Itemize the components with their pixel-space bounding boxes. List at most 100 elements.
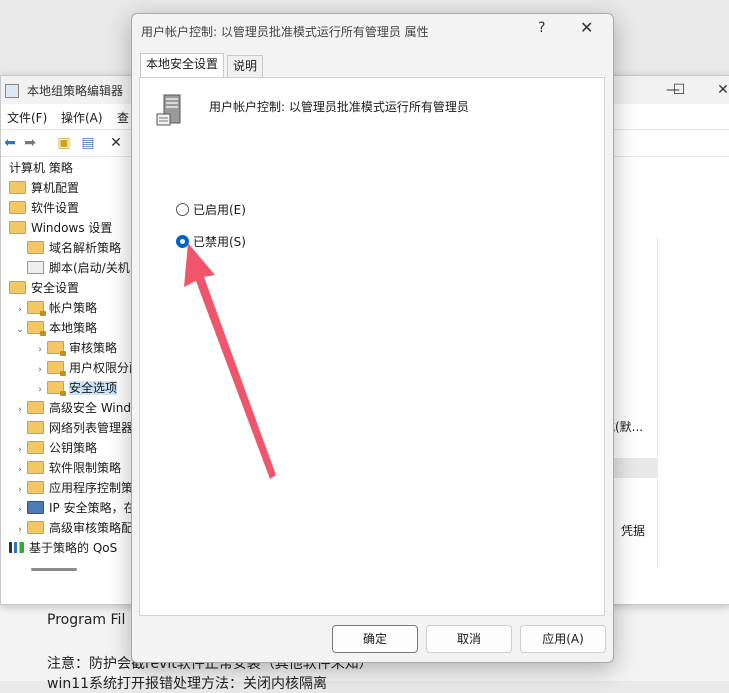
tree-item-label: 本地策略 [49,321,98,335]
folder-icon [27,441,44,454]
chevron-down-icon[interactable]: ⌄ [13,320,27,340]
tree-item-label: 域名解析策略 [49,241,122,255]
chevron-right-icon[interactable]: › [13,520,27,540]
article-line-4: win11系统打开报错处理方法：关闭内核隔离 [47,676,328,692]
dialog-close-button[interactable]: ✕ [580,18,593,37]
tree-item-label: 软件限制策略 [49,461,122,475]
qos-chart-icon [9,542,24,553]
folder-icon [9,201,26,214]
folder-icon [9,281,26,294]
tree-item-label: 高级审核策略配 [49,521,134,535]
script-icon [27,261,44,274]
details-fragment-2: 凭据 [621,524,646,538]
locked-folder-icon [47,381,66,396]
folder-icon [27,461,44,474]
chevron-right-icon[interactable]: › [13,300,27,320]
ip-security-icon [27,501,44,514]
tree-item-label: 计算机 策略 [9,161,73,175]
chevron-right-icon[interactable]: › [13,400,27,420]
menu-file[interactable]: 文件(F) [7,109,47,126]
server-policy-icon [156,94,181,126]
tree-item[interactable]: › 帐户策略 [13,298,97,318]
policy-name: 用户帐户控制: 以管理员批准模式运行所有管理员 [209,100,469,114]
dialog-title: 用户帐户控制: 以管理员批准模式运行所有管理员 属性 [141,25,429,39]
tree-item[interactable]: 基于策略的 QoS [0,538,117,558]
radio-enabled-circle[interactable] [176,203,189,216]
delete-icon[interactable]: ✕ [107,134,125,152]
tree-item[interactable]: Windows 设置 [0,218,112,238]
folder-icon [9,221,26,234]
locked-folder-icon [47,361,66,376]
tree-item-label: 安全选项 [69,381,118,395]
cancel-button[interactable]: 取消 [426,625,512,653]
folder-icon [27,401,44,414]
chevron-right-icon[interactable]: › [13,460,27,480]
column-divider [657,238,658,568]
policy-properties-dialog: 用户帐户控制: 以管理员批准模式运行所有管理员 属性 ? ✕ 本地安全设置 说明… [131,13,614,663]
tree-item[interactable]: › 软件限制策略 [13,458,121,478]
tree-item[interactable]: › IP 安全策略，在 [13,498,136,518]
folder-icon [27,421,44,434]
folder-icon [9,181,26,194]
gpedit-maximize-button[interactable]: ☐ [663,80,695,100]
gpedit-details-pane: 式(默... 凭据 [601,158,729,578]
locked-folder-icon [27,301,46,316]
tree-item-label: 安全设置 [31,281,80,295]
tree-item[interactable]: 域名解析策略 [13,238,121,258]
apply-button[interactable]: 应用(A) [520,625,606,653]
gpedit-close-button[interactable]: ✕ [707,80,729,100]
tree-item-label: 帐户策略 [49,301,98,315]
tree-item-label: 脚本(启动/关机) [49,261,135,275]
article-line-2: Program Fil [47,612,126,628]
menu-action[interactable]: 操作(A) [61,109,103,126]
tab-panel: 用户帐户控制: 以管理员批准模式运行所有管理员 已启用(E) 已禁用(S) [139,77,605,616]
tree-horizontal-scrollbar[interactable] [31,568,77,571]
tree-item[interactable]: 网络列表管理器 [13,418,133,438]
tree-item-label: 应用程序控制策 [49,481,134,495]
tree-item[interactable]: 脚本(启动/关机) [13,258,134,278]
tree-item-label: 基于策略的 QoS [29,541,118,555]
show-hide-tree-icon[interactable]: ▤ [79,134,97,152]
folder-icon [27,521,44,534]
tree-item[interactable]: 计算机 策略 [0,158,73,178]
ok-button[interactable]: 确定 [332,625,418,653]
gpedit-tree: 计算机 策略算机配置软件设置 Windows 设置域名解析策略 脚本(启动/关机) 安… [0,158,154,578]
chevron-right-icon[interactable]: › [33,340,47,360]
tree-item[interactable]: 算机配置 [0,178,79,198]
folder-up-icon[interactable]: ▣ [55,134,73,152]
tree-item-label: 审核策略 [69,341,118,355]
tree-item[interactable]: › 审核策略 [33,338,117,358]
tab-explain[interactable]: 说明 [227,55,264,77]
locked-folder-icon [27,321,46,336]
forward-arrow-icon[interactable]: ➡ [21,134,39,152]
tree-item-label: 软件设置 [31,201,80,215]
tree-item[interactable]: › 高级审核策略配 [13,518,133,538]
tree-item[interactable]: › 公钥策略 [13,438,97,458]
tree-item-label: 公钥策略 [49,441,98,455]
radio-enabled-label: 已启用(E) [193,203,246,217]
chevron-right-icon[interactable]: › [13,500,27,520]
radio-enabled[interactable]: 已启用(E) [176,202,246,220]
chevron-right-icon[interactable]: › [33,380,47,400]
back-arrow-icon[interactable]: ⬅ [1,134,19,152]
tree-item[interactable]: ⌄ 本地策略 [13,318,97,338]
tree-item[interactable]: › 应用程序控制策 [13,478,133,498]
tree-item[interactable]: › 用户权限分配 [33,358,141,378]
chevron-right-icon[interactable]: › [13,440,27,460]
tree-item[interactable]: 软件设置 [0,198,79,218]
tree-item-label: Windows 设置 [31,221,113,235]
folder-icon [27,481,44,494]
chevron-right-icon[interactable]: › [33,360,47,380]
tree-item-label: 算机配置 [31,181,80,195]
gpedit-app-icon [5,84,19,98]
menu-view[interactable]: 查 [117,109,129,126]
help-button[interactable]: ? [538,20,545,36]
chevron-right-icon[interactable]: › [13,480,27,500]
tree-item[interactable]: › 安全选项 [33,378,118,400]
folder-icon [27,241,44,254]
tree-item-label: IP 安全策略，在 [49,501,136,515]
tree-item-label: 网络列表管理器 [49,421,134,435]
gpedit-title: 本地组策略编辑器 [27,84,124,98]
tab-local-security-setting[interactable]: 本地安全设置 [140,53,225,78]
tree-item[interactable]: 安全设置 [0,278,79,298]
